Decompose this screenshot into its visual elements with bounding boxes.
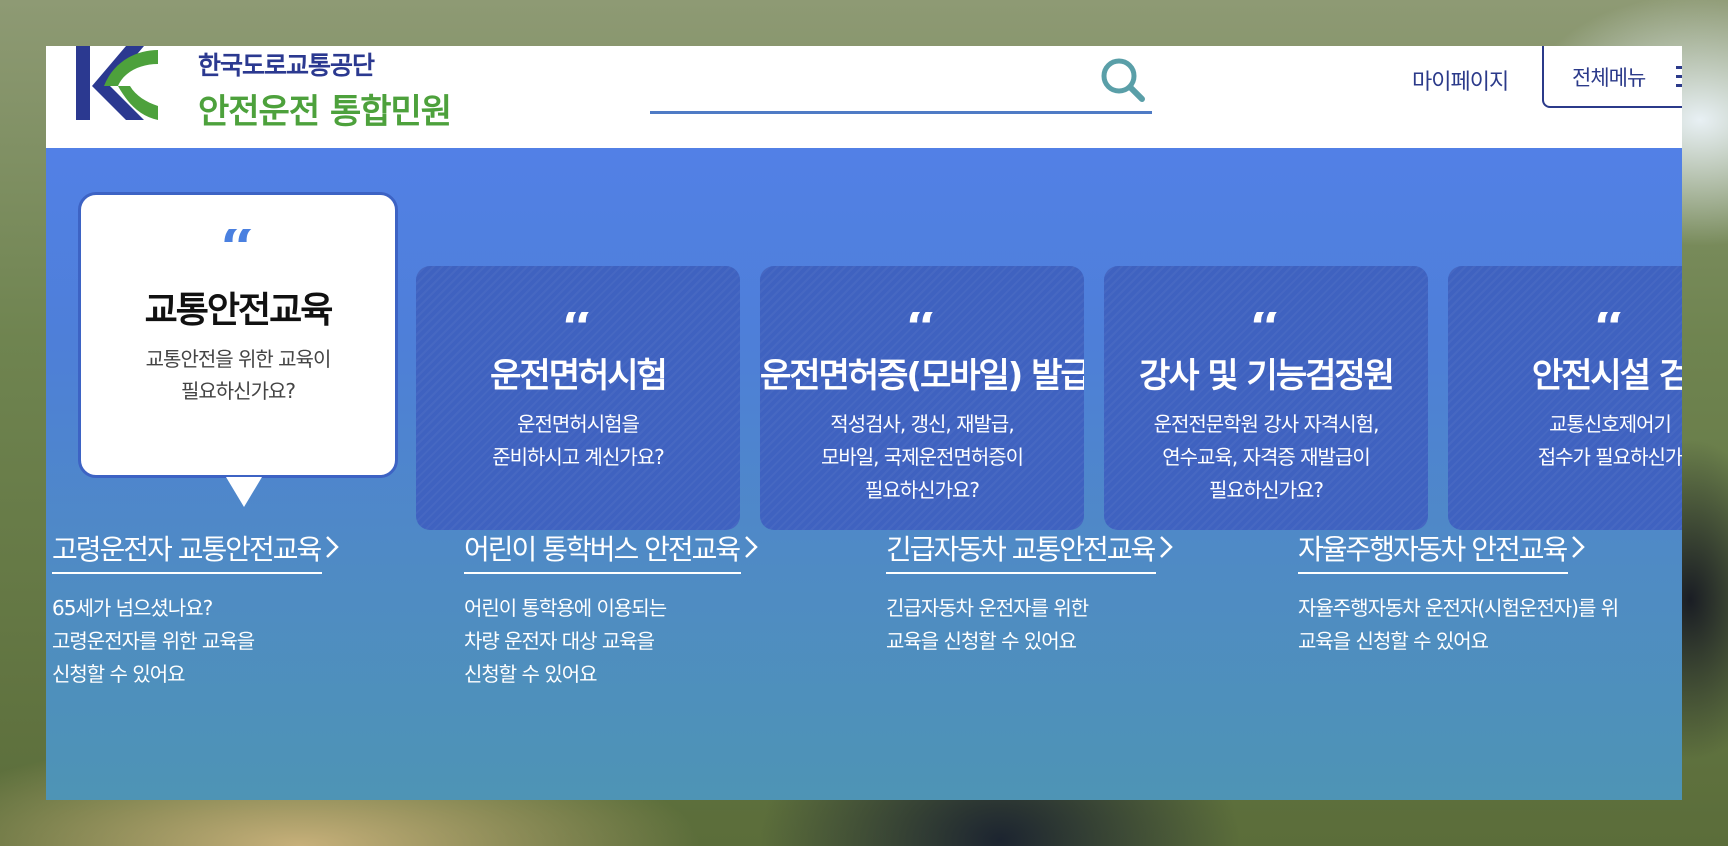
chevron-right-icon [326,536,340,558]
mypage-link[interactable]: 마이페이지 [1412,64,1509,104]
link-school-bus-education[interactable]: 어린이 통학버스 안전교육 어린이 통학용에 이용되는 차량 운전자 대상 교육… [464,528,884,691]
link-title[interactable]: 자율주행자동차 안전교육 [1298,528,1568,574]
card-title: 운전면허증(모바일) 발급 [760,356,1084,396]
all-menu-button[interactable]: 전체메뉴 [1542,46,1682,108]
card-desc: 교통안전을 위한 교육이 필요하신가요? [145,347,332,403]
site-logo[interactable]: 한국도로교통공단 안전운전 통합민원 [74,46,474,136]
education-links: 고령운전자 교통안전교육 65세가 넘으셨나요? 고령운전자를 위한 교육을 신… [46,528,1682,728]
link-desc: 어린이 통학용에 이용되는 차량 운전자 대상 교육을 신청할 수 있어요 [464,596,667,686]
search-bar [650,52,1152,114]
hero-section: “ 교통안전교육 교통안전을 위한 교육이 필요하신가요? “ 운전면허시험 운… [46,148,1682,800]
link-autonomous-vehicle-education[interactable]: 자율주행자동차 안전교육 자율주행자동차 운전자(시험운전자)를 위 교육을 신… [1298,528,1682,658]
card-desc: 적성검사, 갱신, 재발급, 모바일, 국제운전면허증이 필요하신가요? [820,412,1024,502]
card-title: 교통안전교육 [144,290,334,331]
chevron-right-icon [1160,536,1174,558]
all-menu-label: 전체메뉴 [1572,66,1646,90]
quote-icon: “ [905,312,939,346]
speech-tail [226,477,262,507]
card-license-exam[interactable]: “ 운전면허시험 운전면허시험을 준비하시고 계신가요? [416,266,740,530]
card-desc: 운전면허시험을 준비하시고 계신가요? [492,412,665,469]
page-viewport: 한국도로교통공단 안전운전 통합민원 마이페이지 전체메뉴 “ 교통안전교육 교… [46,46,1682,800]
quote-icon: “ [220,229,256,269]
link-title[interactable]: 긴급자동차 교통안전교육 [886,528,1156,574]
chevron-right-icon [745,536,758,558]
quote-icon: “ [1249,312,1283,346]
chevron-right-icon [1572,536,1586,558]
service-cards: “ 교통안전교육 교통안전을 위한 교육이 필요하신가요? “ 운전면허시험 운… [46,148,1682,530]
quote-icon: “ [561,312,595,346]
link-elderly-driver-education[interactable]: 고령운전자 교통안전교육 65세가 넘으셨나요? 고령운전자를 위한 교육을 신… [52,528,472,691]
card-title: 안전시설 검 [1531,356,1682,396]
hamburger-icon [1676,66,1682,87]
link-title[interactable]: 어린이 통학버스 안전교육 [464,528,741,574]
quote-icon: “ [1593,312,1627,346]
link-desc: 자율주행자동차 운전자(시험운전자)를 위 교육을 신청할 수 있어요 [1298,596,1619,653]
card-license-issuance[interactable]: “ 운전면허증(모바일) 발급 적성검사, 갱신, 재발급, 모바일, 국제운전… [760,266,1084,530]
link-desc: 긴급자동차 운전자를 위한 교육을 신청할 수 있어요 [886,596,1089,653]
logo-service-name: 안전운전 통합민원 [198,92,452,132]
site-header: 한국도로교통공단 안전운전 통합민원 마이페이지 전체메뉴 [46,46,1682,148]
link-emergency-vehicle-education[interactable]: 긴급자동차 교통안전교육 긴급자동차 운전자를 위한 교육을 신청할 수 있어요 [886,528,1306,658]
search-icon[interactable] [1096,54,1150,108]
logo-org-name: 한국도로교통공단 [198,51,375,80]
link-desc: 65세가 넘으셨나요? 고령운전자를 위한 교육을 신청할 수 있어요 [52,596,255,686]
card-desc: 교통신호제어기 접수가 필요하신가 [1537,412,1682,469]
card-traffic-safety-education[interactable]: “ 교통안전교육 교통안전을 위한 교육이 필요하신가요? [78,192,398,507]
card-title: 운전면허시험 [490,356,668,396]
card-title: 강사 및 기능검정원 [1139,356,1395,396]
card-desc: 운전전문학원 강사 자격시험, 연수교육, 자격증 재발급이 필요하신가요? [1153,412,1380,502]
logo-k-icon [76,46,158,120]
card-safety-facilities[interactable]: “ 안전시설 검 교통신호제어기 접수가 필요하신가 [1448,266,1682,530]
search-input[interactable] [650,60,1090,104]
card-instructor-examiner[interactable]: “ 강사 및 기능검정원 운전전문학원 강사 자격시험, 연수교육, 자격증 재… [1104,266,1428,530]
link-title[interactable]: 고령운전자 교통안전교육 [52,528,322,574]
